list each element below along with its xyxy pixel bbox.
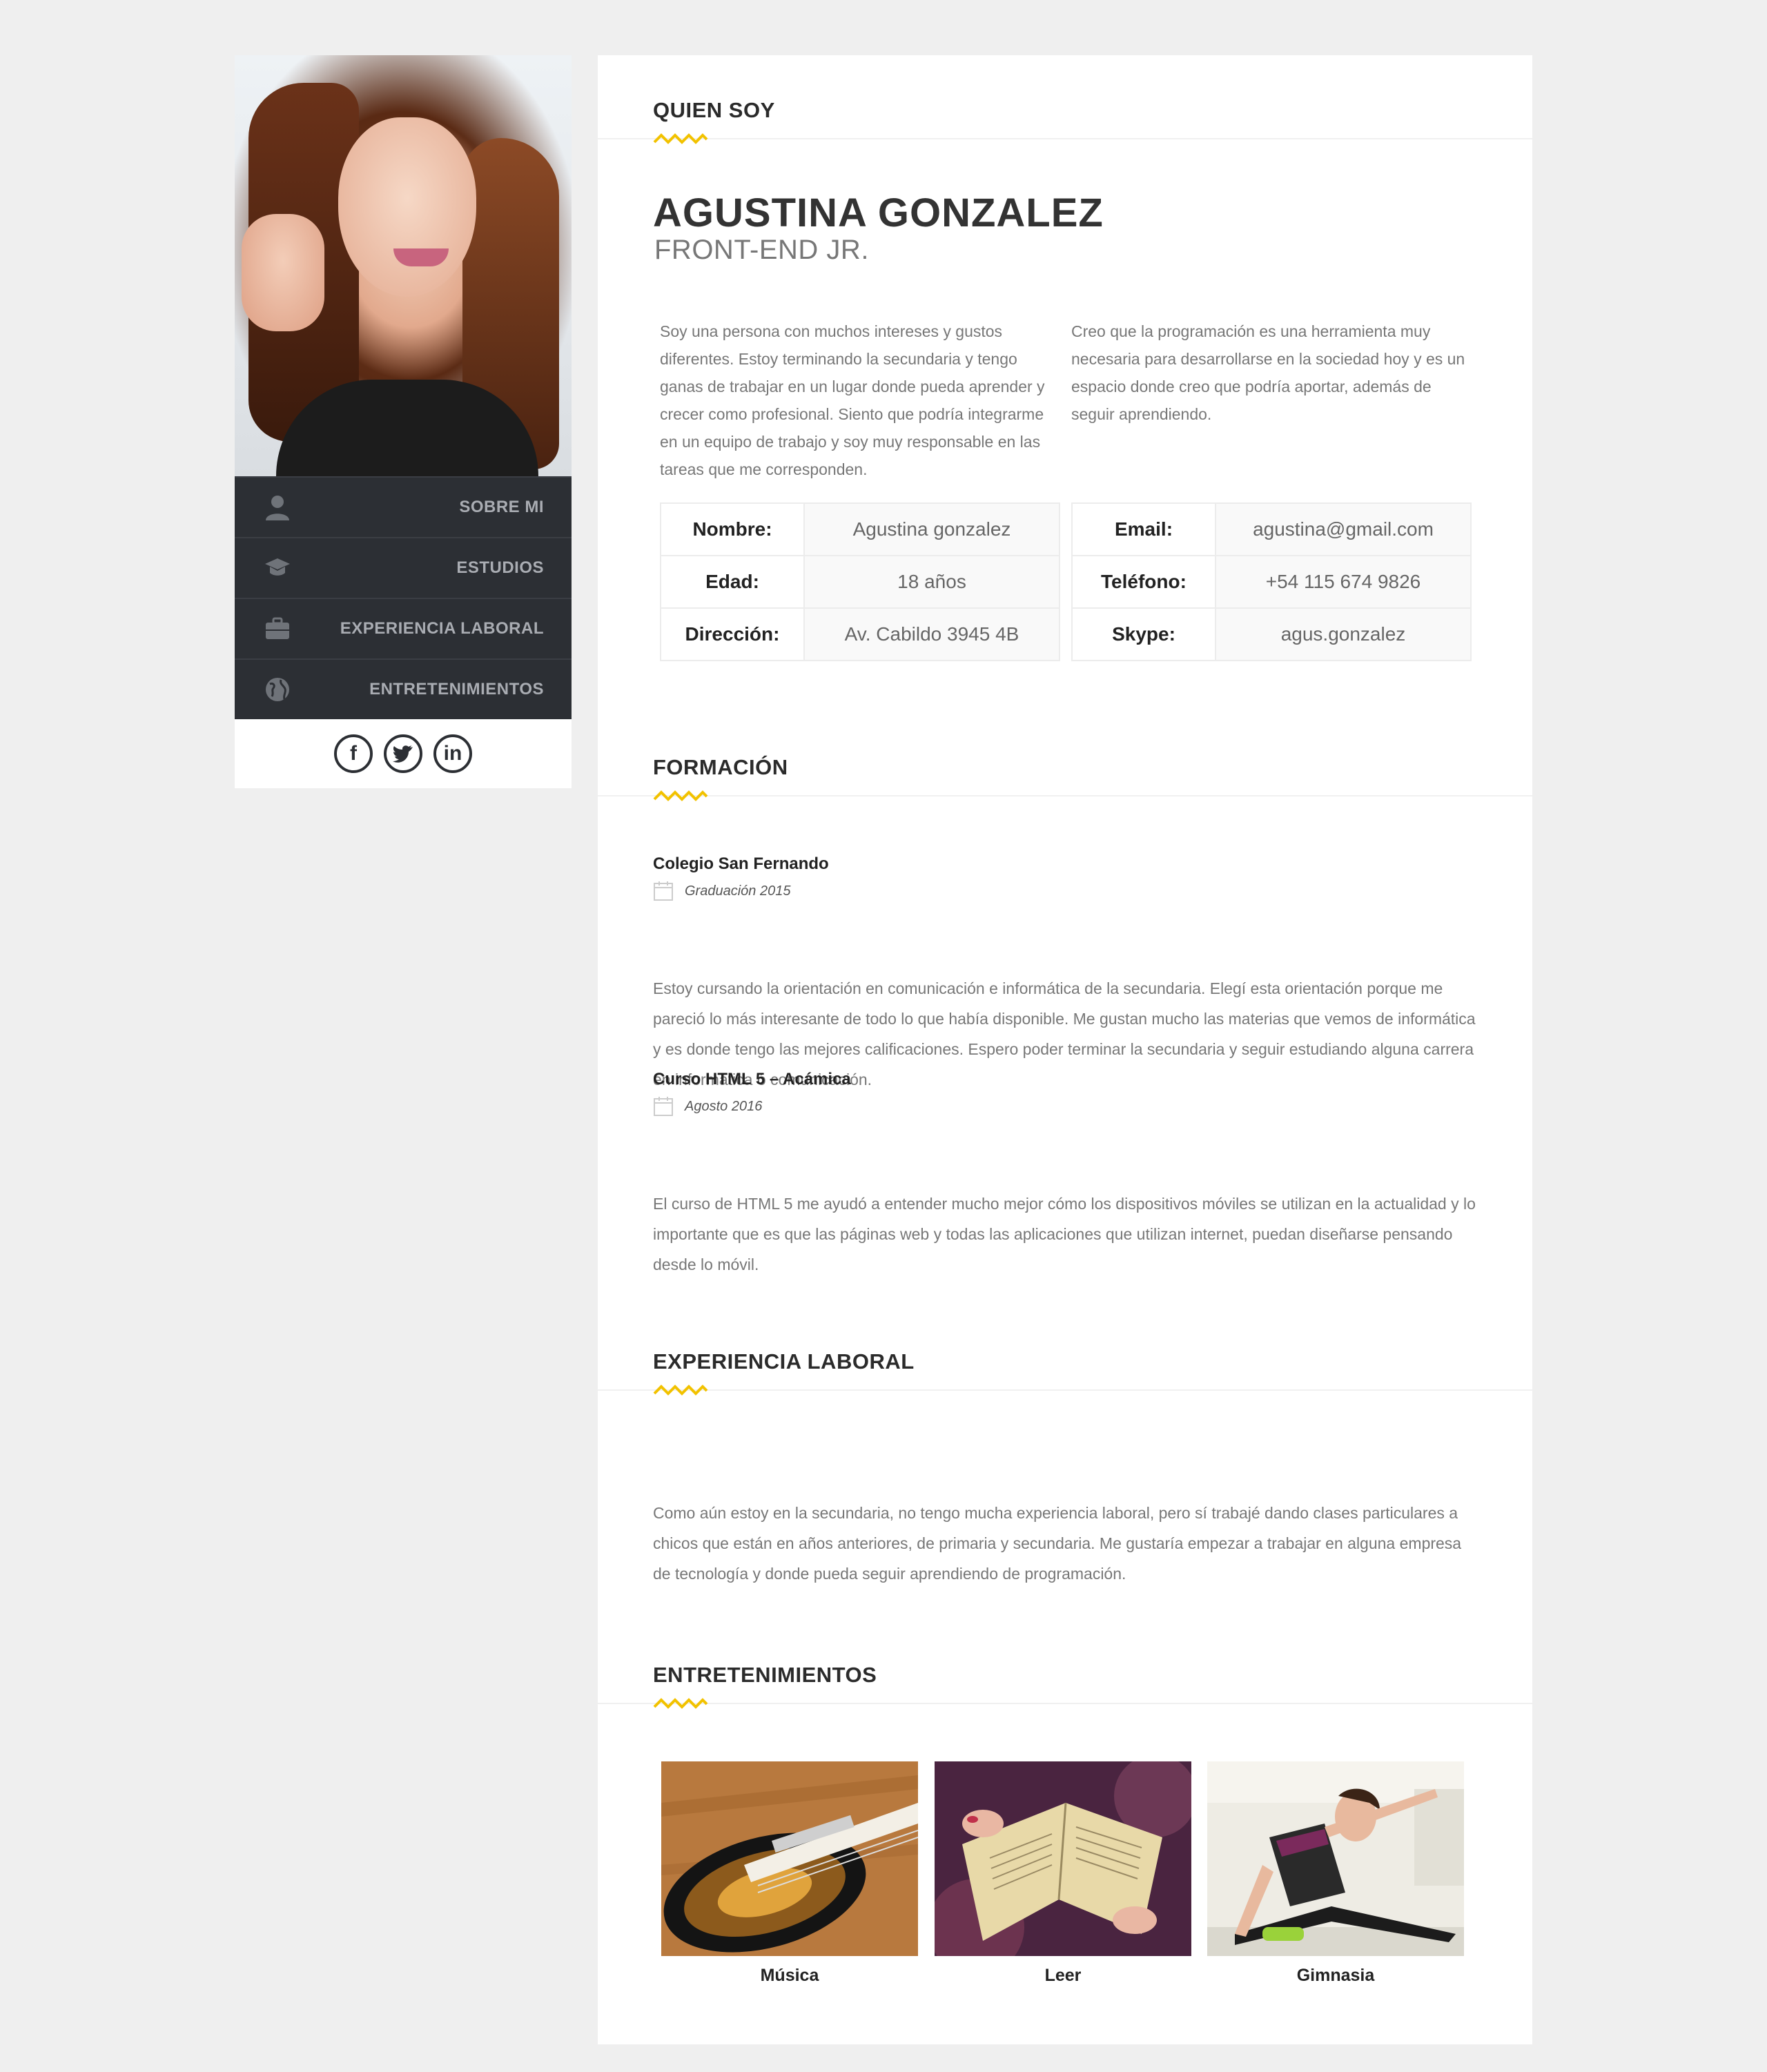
twitter-icon[interactable] — [384, 734, 422, 773]
table-row: Email: agustina@gmail.com — [1071, 502, 1472, 556]
facebook-icon[interactable]: f — [334, 734, 373, 773]
info-key: Nombre: — [660, 502, 805, 556]
hobby-label: Gimnasia — [1296, 1966, 1375, 1985]
info-key: Skype: — [1071, 607, 1216, 661]
section-header-quien-soy: QUIEN SOY — [598, 55, 1532, 144]
table-row: Nombre: Agustina gonzalez — [660, 502, 1060, 556]
book-image — [935, 1761, 1191, 1956]
briefcase-icon — [262, 614, 293, 644]
phone-value: +54 115 674 9826 — [1215, 555, 1472, 609]
user-icon — [262, 492, 293, 522]
education-entry-title: Colegio San Fernando — [653, 854, 829, 873]
intro-paragraph-1: Soy una persona con muchos intereses y g… — [660, 322, 1045, 478]
hobby-label: Música — [760, 1966, 819, 1985]
info-key: Email: — [1071, 502, 1216, 556]
education-entry-date: Graduación 2015 — [653, 881, 790, 901]
table-row: Teléfono: +54 115 674 9826 — [1071, 555, 1472, 609]
contact-info-table: Email: agustina@gmail.com Teléfono: +54 … — [1071, 502, 1472, 661]
zigzag-accent — [653, 1698, 708, 1709]
section-title: EXPERIENCIA LABORAL — [653, 1349, 915, 1374]
sidebar: SOBRE MI ESTUDIOS EXPERIENCIA LABORAL EN… — [235, 55, 572, 788]
person-role: FRONT-END JR. — [654, 235, 869, 265]
nav-label: ENTRETENIMIENTOS — [369, 680, 544, 698]
nav-label: EXPERIENCIA LABORAL — [340, 619, 544, 638]
section-divider — [598, 795, 1532, 796]
section-divider — [598, 1389, 1532, 1391]
section-divider — [598, 1703, 1532, 1704]
globe-icon — [262, 674, 293, 705]
info-value: Agustina gonzalez — [803, 502, 1060, 556]
date-text: Graduación 2015 — [685, 883, 791, 899]
nav-item-estudios[interactable]: ESTUDIOS — [235, 537, 572, 598]
nav-item-experiencia[interactable]: EXPERIENCIA LABORAL — [235, 598, 572, 658]
section-title: FORMACIÓN — [653, 755, 788, 779]
section-title: ENTRETENIMIENTOS — [653, 1663, 877, 1687]
section-header-experiencia: EXPERIENCIA LABORAL — [598, 1307, 1532, 1396]
section-title: QUIEN SOY — [653, 98, 775, 122]
info-key: Dirección: — [660, 607, 805, 661]
experience-text: Como aún estoy en la secundaria, no teng… — [653, 1504, 1462, 1583]
zigzag-accent — [653, 790, 708, 801]
info-value: Av. Cabildo 3945 4B — [803, 607, 1060, 661]
resume-page: SOBRE MI ESTUDIOS EXPERIENCIA LABORAL EN… — [0, 0, 1767, 2072]
date-text: Agosto 2016 — [685, 1098, 763, 1114]
education-entry-date: Agosto 2016 — [653, 1096, 762, 1117]
calendar-icon — [654, 1097, 673, 1116]
hobby-label: Leer — [1044, 1966, 1082, 1985]
section-divider — [598, 138, 1532, 139]
hobby-card-gimnasia: Gimnasia — [1207, 1761, 1464, 1986]
graduation-cap-icon — [262, 553, 293, 583]
section-header-entretenimientos: ENTRETENIMIENTOS — [598, 1620, 1532, 1709]
education-entry-title: Curso HTML 5 – Acámica — [653, 1070, 851, 1088]
skype-value: agus.gonzalez — [1215, 607, 1472, 661]
zigzag-accent — [653, 133, 708, 144]
linkedin-icon[interactable]: in — [433, 734, 472, 773]
zigzag-accent — [653, 1385, 708, 1396]
calendar-icon — [654, 881, 673, 901]
social-links: f in — [235, 719, 572, 788]
profile-photo — [235, 55, 572, 476]
info-key: Teléfono: — [1071, 555, 1216, 609]
nav-label: ESTUDIOS — [456, 558, 544, 577]
info-value: 18 años — [803, 555, 1060, 609]
education-entry-text: El curso de HTML 5 me ayudó a entender m… — [653, 1195, 1476, 1273]
section-header-formacion: FORMACIÓN — [598, 712, 1532, 801]
intro-paragraph-2: Creo que la programación es una herramie… — [1071, 322, 1465, 423]
email-value[interactable]: agustina@gmail.com — [1215, 502, 1472, 556]
guitar-image — [661, 1761, 918, 1956]
nav-label: SOBRE MI — [459, 498, 544, 516]
person-name: AGUSTINA GONZALEZ — [653, 190, 1104, 235]
table-row: Skype: agus.gonzalez — [1071, 607, 1472, 661]
main-content: QUIEN SOY AGUSTINA GONZALEZ FRONT-END JR… — [598, 55, 1532, 2044]
hobby-card-leer: Leer — [935, 1761, 1191, 1986]
nav-item-entretenimientos[interactable]: ENTRETENIMIENTOS — [235, 658, 572, 719]
info-key: Edad: — [660, 555, 805, 609]
hobby-card-musica: Música — [661, 1761, 918, 1986]
gym-image — [1207, 1761, 1464, 1956]
table-row: Dirección: Av. Cabildo 3945 4B — [660, 607, 1060, 661]
nav-item-sobre-mi[interactable]: SOBRE MI — [235, 476, 572, 537]
table-row: Edad: 18 años — [660, 555, 1060, 609]
personal-info-table: Nombre: Agustina gonzalez Edad: 18 años … — [660, 502, 1060, 661]
